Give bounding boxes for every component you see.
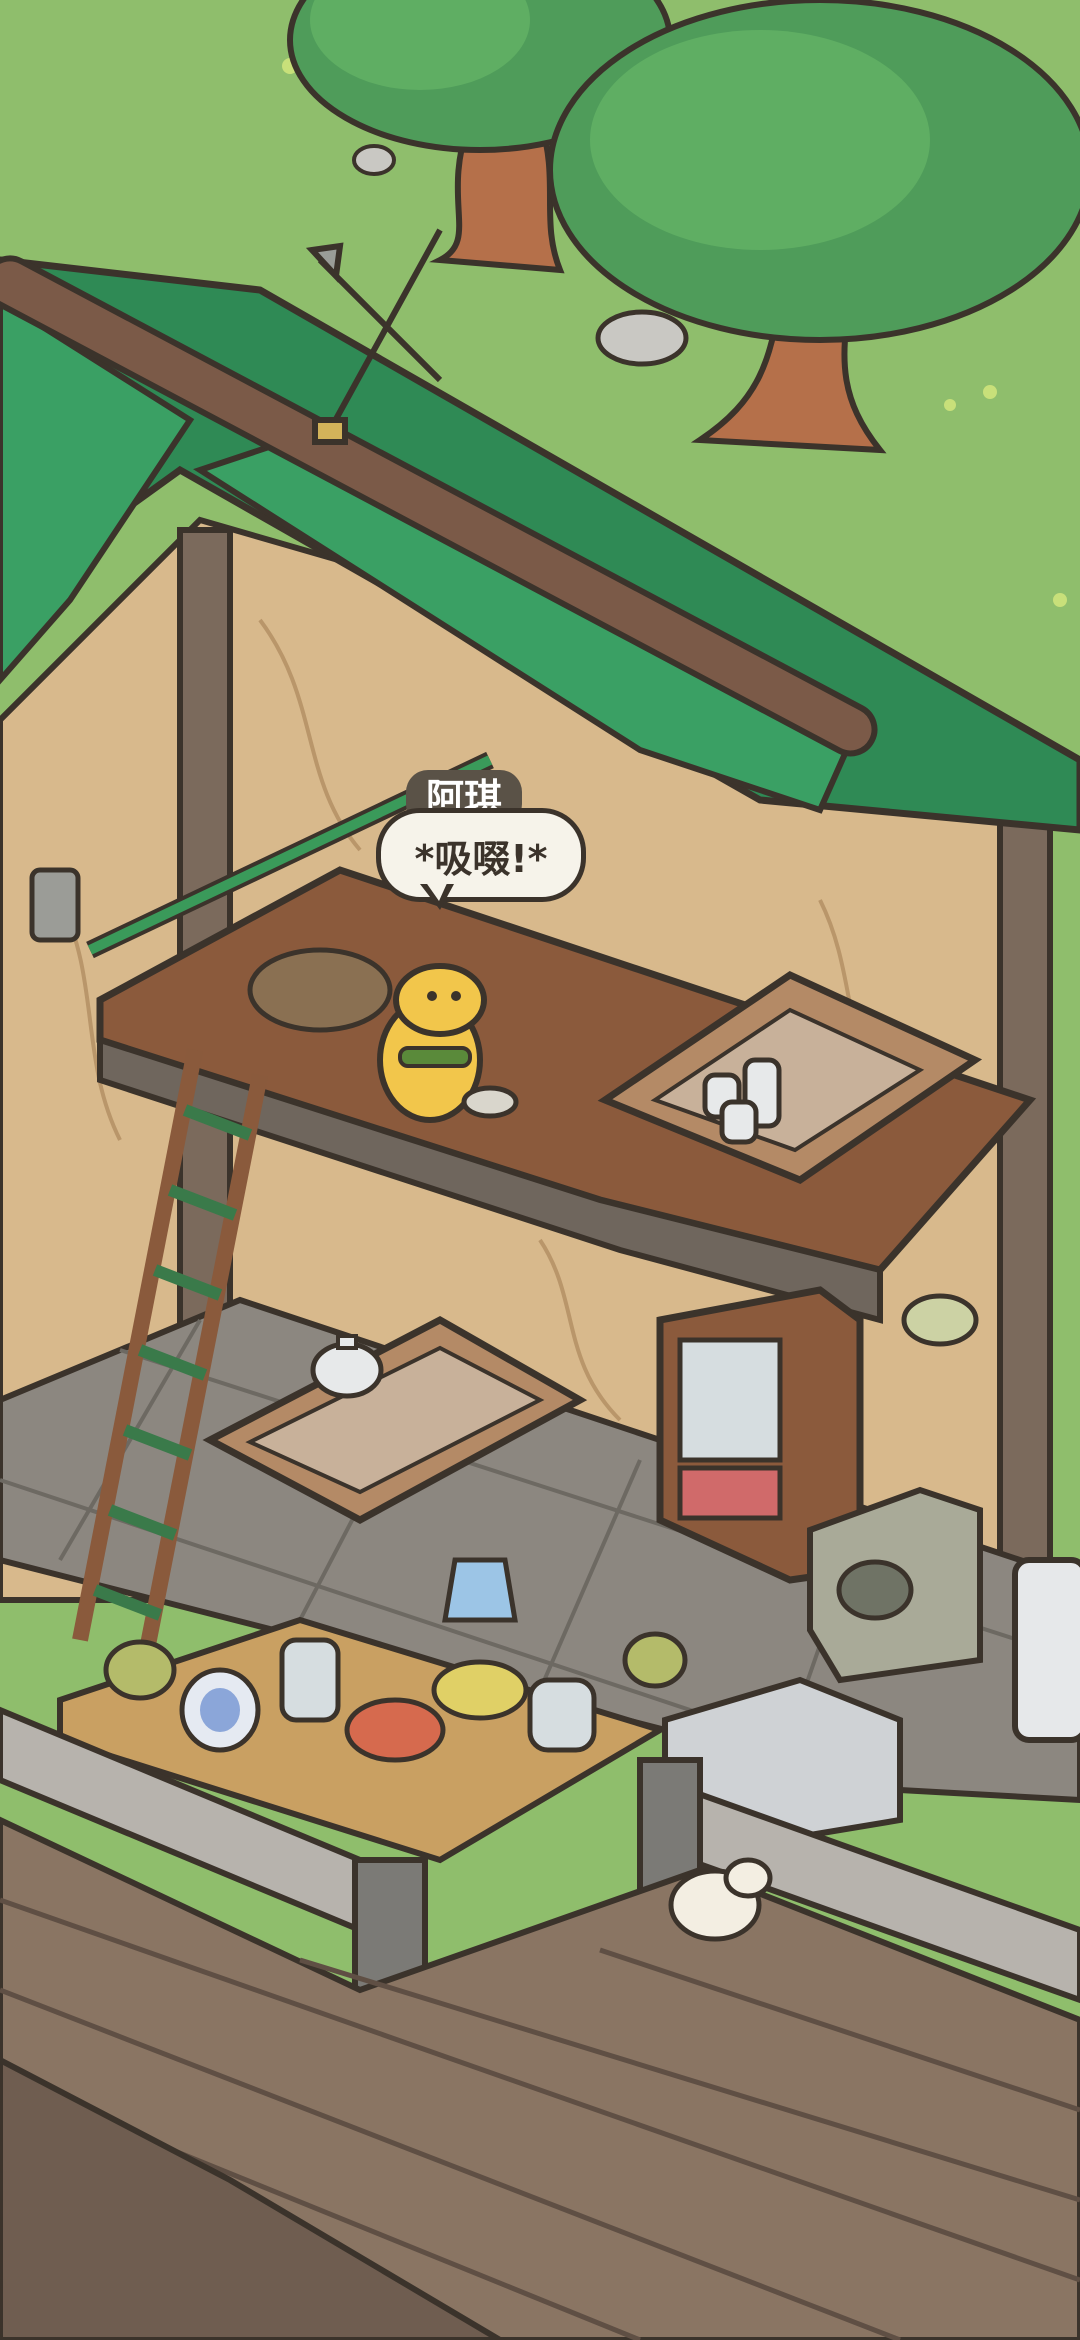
speech-tail-inner	[425, 881, 448, 901]
plate-icon[interactable]	[179, 1667, 261, 1753]
speech-text: *吸啜!*	[376, 808, 586, 902]
rock-icon	[352, 144, 396, 176]
jar-icon[interactable]	[442, 1557, 518, 1623]
kettle-icon[interactable]	[622, 1631, 688, 1689]
game-scene	[0, 0, 1080, 2340]
speech-bubble: 阿琪 *吸啜!*	[372, 760, 592, 910]
stove-icon[interactable]	[807, 1486, 983, 1684]
kettle-icon[interactable]	[103, 1639, 177, 1701]
food-bowl	[344, 1697, 446, 1763]
rock-icon	[595, 309, 689, 367]
cooker[interactable]	[527, 1677, 597, 1753]
hanging-pot	[901, 1293, 979, 1347]
food-bowl	[431, 1659, 529, 1721]
wall-post	[997, 757, 1053, 1663]
wall-lamp	[29, 867, 81, 943]
fridge[interactable]	[1012, 1557, 1080, 1743]
jar-icon[interactable]	[279, 1637, 341, 1723]
dirt-pile	[247, 947, 393, 1033]
